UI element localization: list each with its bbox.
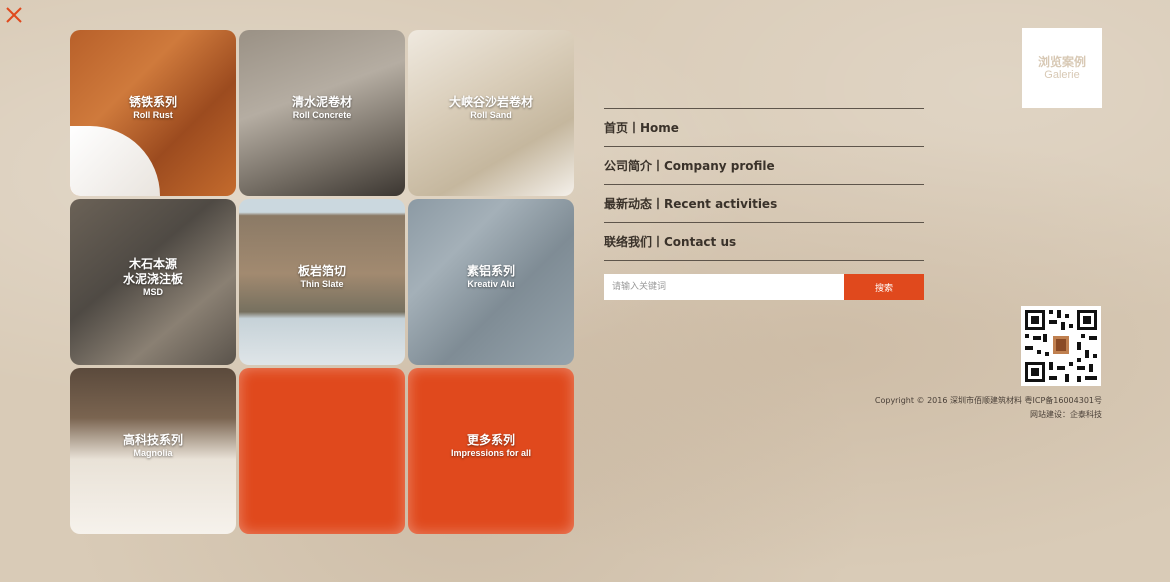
tile-thin-slate[interactable]: 板岩箔切 Thin Slate [239,199,405,365]
galerie-label-en: Galerie [1044,68,1080,81]
tile-roll-concrete[interactable]: 清水泥卷材 Roll Concrete [239,30,405,196]
tile-more-series[interactable]: 更多系列 Impressions for all [408,368,574,534]
tile-title-zh: 木石本源 [128,256,177,271]
galerie-button[interactable]: 浏览案例 Galerie [1022,28,1102,108]
close-icon[interactable] [4,5,24,25]
nav-item-contact-us[interactable]: 联络我们丨Contact us [604,223,924,261]
tile-title-zh: 清水泥卷材 [291,95,352,109]
tile-title-zh: 高科技系列 [122,433,183,447]
tile-title-en: Roll Rust [133,110,173,120]
tile-title-en: Magnolia [133,448,173,458]
tile-title-en: Kreativ Alu [467,279,515,289]
search-button[interactable]: 搜索 [844,274,924,300]
tile-roll-rust[interactable]: 锈铁系列 Roll Rust [70,30,236,196]
tile-title-zh-line2: 水泥浇注板 [122,271,183,286]
tile-title-zh: 大峡谷沙岩卷材 [448,95,533,109]
tile-title-zh: 板岩箔切 [297,264,346,278]
tile-title-en: Thin Slate [300,279,344,289]
galerie-label-zh: 浏览案例 [1037,54,1086,69]
tile-title-en: Roll Concrete [292,110,352,120]
tile-title-zh: 更多系列 [466,433,515,447]
tile-title-en: Roll Sand [470,110,512,120]
copyright-text: Copyright © 2016 深圳市佰顺建筑材料 粤ICP备16004301… [874,396,1102,405]
nav-item-company-profile[interactable]: 公司简介丨Company profile [604,147,924,185]
tile-msd[interactable]: 木石本源 水泥浇注板 MSD [70,199,236,365]
tile-title-en: Impressions for all [450,448,532,458]
credit-link[interactable]: 网站建设：企泰科技 [875,408,1102,422]
search-bar: 搜索 [604,274,924,300]
search-input[interactable] [604,274,844,300]
tile-title-zh: 锈铁系列 [128,95,177,109]
footer: Copyright © 2016 深圳市佰顺建筑材料 粤ICP备16004301… [875,394,1102,422]
nav-item-home[interactable]: 首页丨Home [604,109,924,147]
nav-item-recent-activities[interactable]: 最新动态丨Recent activities [604,185,924,223]
qr-code-icon [1021,306,1101,386]
product-grid: 锈铁系列 Roll Rust 清水泥卷材 Roll Concrete 大峡谷沙岩… [70,30,574,534]
main-nav: 首页丨Home 公司简介丨Company profile 最新动态丨Recent… [604,108,924,261]
tile-title-zh: 素铝系列 [466,264,515,278]
tile-magnolia[interactable]: 高科技系列 Magnolia [70,368,236,534]
tile-roll-sand[interactable]: 大峡谷沙岩卷材 Roll Sand [408,30,574,196]
tile-blank[interactable] [239,368,405,534]
tile-kreativ-alu[interactable]: 素铝系列 Kreativ Alu [408,199,574,365]
tile-title-en: MSD [142,286,163,297]
